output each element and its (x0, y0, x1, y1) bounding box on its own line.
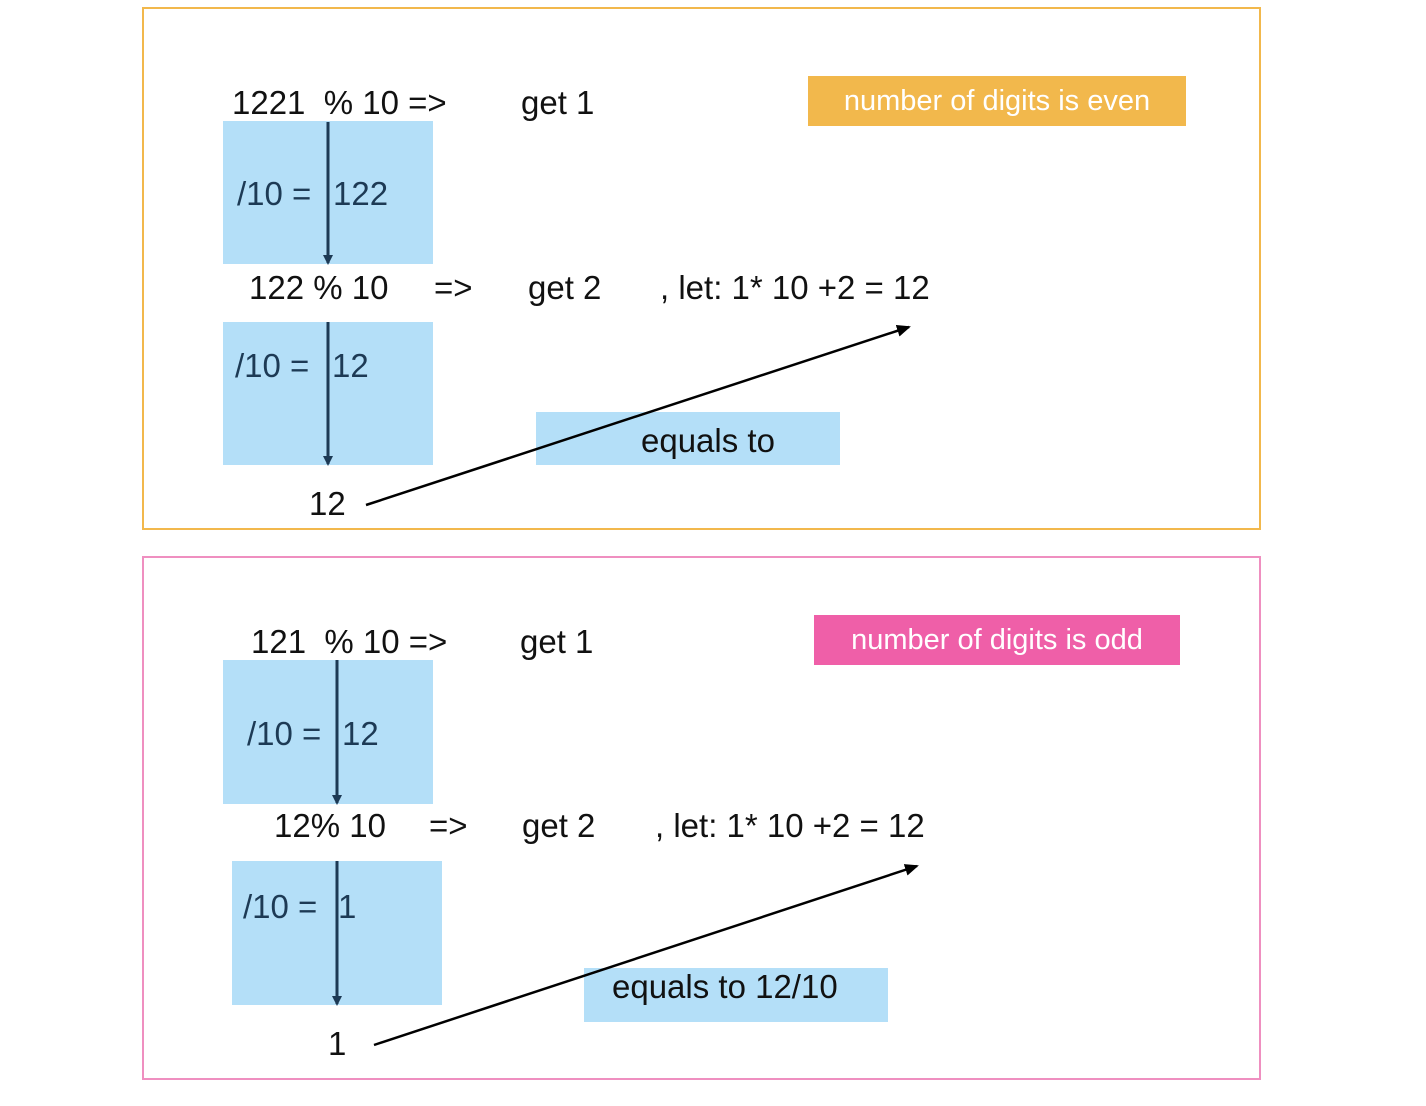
even-div1-operation: /10 = (237, 175, 312, 212)
even-div2-operation: /10 = (235, 347, 310, 384)
even-row1-expression: 1221 % 10 => (232, 84, 447, 121)
odd-row1-expression: 121 % 10 => (251, 623, 448, 660)
even-row2-result: get 2 (528, 269, 602, 306)
odd-row2-expression: 12% 10 (274, 807, 386, 844)
odd-div1-operation: /10 = (247, 715, 322, 752)
odd-row2-note: , let: 1* 10 +2 = 12 (655, 807, 925, 844)
even-digits-badge: number of digits is even (808, 76, 1186, 126)
odd-digits-badge: number of digits is odd (814, 615, 1180, 665)
odd-equals-label: equals to 12/10 (612, 968, 838, 1005)
even-row2-arrow: => (434, 269, 473, 306)
odd-row2-arrow: => (429, 807, 468, 844)
even-equals-label: equals to (641, 422, 775, 459)
odd-div1-value: 12 (342, 715, 379, 752)
odd-division-box-2 (232, 861, 442, 1005)
even-division-box-2 (223, 322, 433, 465)
odd-row2-result: get 2 (522, 807, 596, 844)
odd-final-value: 1 (328, 1025, 347, 1062)
even-row2-expression: 122 % 10 (249, 269, 389, 306)
odd-div2-operation: /10 = (243, 888, 318, 925)
even-row1-result: get 1 (521, 84, 595, 121)
even-row2-note: , let: 1* 10 +2 = 12 (660, 269, 930, 306)
even-final-value: 12 (309, 485, 346, 522)
odd-row1-result: get 1 (520, 623, 594, 660)
odd-div2-value: 1 (338, 888, 357, 925)
even-div1-value: 122 (333, 175, 389, 212)
even-div2-value: 12 (332, 347, 369, 384)
